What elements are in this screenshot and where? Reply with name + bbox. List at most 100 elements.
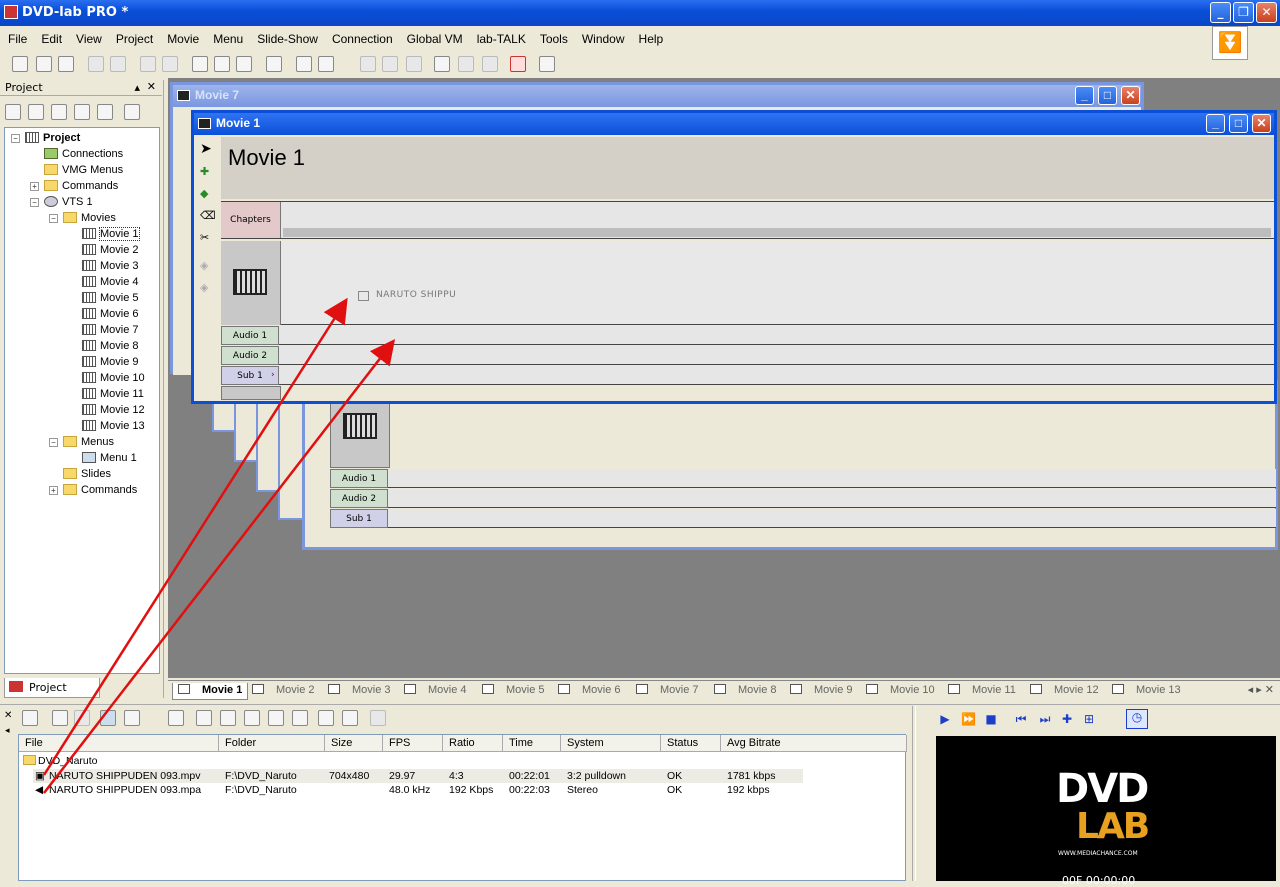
stop-icon[interactable]: ■	[984, 712, 998, 726]
movie-7-close[interactable]: ✕	[1121, 86, 1140, 105]
add-menu-icon[interactable]	[28, 104, 44, 120]
col-system[interactable]: System	[561, 735, 661, 752]
undo-icon[interactable]	[140, 56, 156, 72]
video-track[interactable]: NARUTO SHIPPU	[221, 241, 1274, 325]
binoculars-icon[interactable]	[236, 56, 252, 72]
zoom-out-icon[interactable]	[458, 56, 474, 72]
audio-track-2[interactable]: Audio 2	[221, 346, 1274, 365]
menu-movie[interactable]: Movie	[160, 28, 206, 46]
save-icon[interactable]	[58, 56, 74, 72]
tree-expander-icon[interactable]: −	[49, 214, 58, 223]
tree-item-commands[interactable]: + Commands	[30, 179, 118, 194]
simulate-icon[interactable]	[266, 56, 282, 72]
tree-expander-icon[interactable]: −	[49, 438, 58, 447]
menu-tools[interactable]: Tools	[533, 28, 575, 46]
color-bars-icon[interactable]	[244, 710, 260, 726]
mark-in-icon[interactable]: ✚	[1060, 712, 1074, 726]
sub-expand-icon[interactable]: ›	[271, 366, 280, 384]
minimize-button[interactable]: _	[1210, 2, 1231, 23]
audio-track-1[interactable]: Audio 1	[330, 469, 1276, 488]
movie-7-minimize[interactable]: _	[1075, 86, 1094, 105]
add-chapter-icon[interactable]: ✚	[200, 165, 209, 178]
col-file[interactable]: File	[19, 735, 219, 752]
tree-item-connections[interactable]: Connections	[44, 147, 123, 162]
tree-item-commands[interactable]: + Commands	[49, 483, 137, 498]
panel-close-icon[interactable]: ✕	[4, 710, 12, 721]
tree-item-movie-9[interactable]: Movie 9	[82, 355, 139, 370]
audio-track-2[interactable]: Audio 2	[330, 489, 1276, 508]
subtitle-track-1[interactable]: Sub 1 ›	[221, 366, 1274, 385]
play-icon[interactable]: ▶	[938, 712, 952, 726]
tree-item-movie-2[interactable]: Movie 2	[82, 243, 139, 258]
menu-project[interactable]: Project	[109, 28, 160, 46]
add-vts-icon[interactable]	[74, 104, 90, 120]
open-folder-icon[interactable]	[36, 56, 52, 72]
tree-item-slides[interactable]: Slides	[63, 467, 111, 482]
asset-delete-icon[interactable]	[74, 710, 90, 726]
tree-item-vts-1[interactable]: − VTS 1	[30, 195, 93, 210]
movie-1-close[interactable]: ✕	[1252, 114, 1271, 133]
scissors-icon[interactable]: ✂	[200, 231, 209, 244]
redo-icon[interactable]	[162, 56, 178, 72]
histogram-icon[interactable]	[292, 710, 308, 726]
tree-expander-icon[interactable]: +	[49, 486, 58, 495]
new-file-icon[interactable]	[12, 56, 28, 72]
tree-item-movies[interactable]: − Movies	[49, 211, 116, 226]
menu-global-vm[interactable]: Global VM	[400, 28, 470, 46]
asset-list-icon[interactable]	[168, 710, 184, 726]
tree-item-movie-13[interactable]: Movie 13	[82, 419, 145, 434]
next-frame-icon[interactable]: ⏭	[1038, 712, 1052, 726]
cut-icon[interactable]	[318, 710, 334, 726]
tab-nav-icons[interactable]: ◂ ▸ ✕	[1248, 683, 1274, 696]
tab-movie-8[interactable]: Movie 8	[714, 683, 777, 700]
col-fps[interactable]: FPS	[383, 735, 443, 752]
tree-item-movie-7[interactable]: Movie 7	[82, 323, 139, 338]
link-icon[interactable]	[268, 710, 284, 726]
chapter-marker-icon[interactable]: ◆	[200, 187, 208, 200]
asset-view-icon[interactable]	[22, 710, 38, 726]
asset-folder[interactable]: DVD_Naruto	[23, 755, 98, 769]
tree-item-movie-8[interactable]: Movie 8	[82, 339, 139, 354]
tree-expander-icon[interactable]: −	[30, 198, 39, 207]
panel-close-icon[interactable]: ✕	[147, 80, 156, 93]
menu-lab-talk[interactable]: lab-TALK	[470, 28, 533, 46]
subtitle-track-1[interactable]: Sub 1	[330, 509, 1276, 528]
pro-ex-icon[interactable]	[510, 56, 526, 72]
audio-track-1[interactable]: Audio 1	[221, 326, 1274, 345]
tab-movie-12[interactable]: Movie 12	[1030, 683, 1099, 700]
tree-item-menus[interactable]: − Menus	[49, 435, 114, 450]
zoom-in-icon[interactable]	[434, 56, 450, 72]
auto-icon[interactable]	[124, 104, 140, 120]
fast-forward-icon[interactable]: ⏩	[961, 712, 976, 726]
connections-icon[interactable]	[192, 56, 208, 72]
collapse-arrow-icon[interactable]: ◂	[5, 726, 10, 736]
timecode-icon[interactable]: ◷	[1126, 709, 1148, 729]
asset-open-icon[interactable]	[52, 710, 68, 726]
project-tab[interactable]: Project	[4, 678, 100, 698]
tab-movie-4[interactable]: Movie 4	[404, 683, 467, 700]
restore-button[interactable]: ❐	[1233, 2, 1254, 23]
tree-item-vmg-menus[interactable]: VMG Menus	[44, 163, 123, 178]
tab-movie-1[interactable]: Movie 1	[172, 683, 249, 700]
tab-movie-2[interactable]: Movie 2	[252, 683, 315, 700]
next-marker-icon[interactable]: ◈	[200, 281, 208, 294]
col-ratio[interactable]: Ratio	[443, 735, 503, 752]
tab-movie-9[interactable]: Movie 9	[790, 683, 853, 700]
tab-movie-7[interactable]: Movie 7	[636, 683, 699, 700]
add-slideshow-icon[interactable]	[51, 104, 67, 120]
prev-marker-icon[interactable]: ◈	[200, 259, 208, 272]
tree-expander-icon[interactable]: −	[11, 134, 20, 143]
asset-mode-icon[interactable]	[100, 710, 116, 726]
select-arrow-icon[interactable]: ➤	[200, 141, 212, 157]
tab-movie-5[interactable]: Movie 5	[482, 683, 545, 700]
menu-view[interactable]: View	[69, 28, 109, 46]
tree-expander-icon[interactable]: +	[30, 182, 39, 191]
tree-item-movie-12[interactable]: Movie 12	[82, 403, 145, 418]
col-time[interactable]: Time	[503, 735, 561, 752]
paste-icon[interactable]	[110, 56, 126, 72]
add-movie-icon[interactable]	[5, 104, 21, 120]
menu-help[interactable]: Help	[632, 28, 671, 46]
dvdlab-logo-button[interactable]: ⏬	[1212, 26, 1248, 60]
help-icon[interactable]	[539, 56, 555, 72]
dfx-icon[interactable]	[382, 56, 398, 72]
